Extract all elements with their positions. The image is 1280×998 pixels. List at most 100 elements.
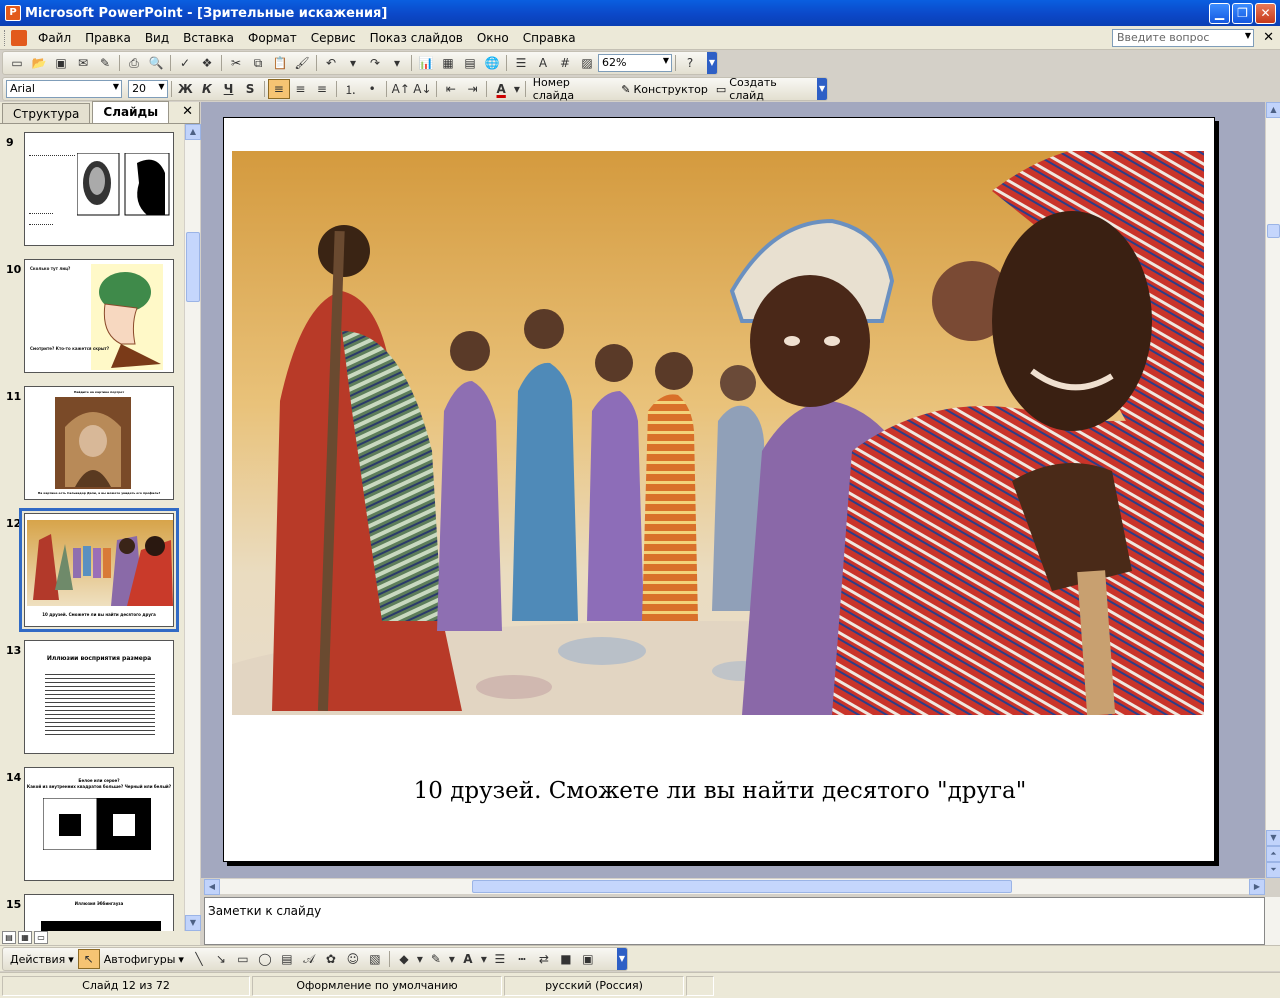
previous-slide-icon[interactable]: ⏶: [1266, 846, 1280, 862]
help-icon[interactable]: ?: [679, 53, 701, 73]
menu-insert[interactable]: Вставка: [176, 29, 241, 47]
scroll-up-icon[interactable]: ▲: [185, 124, 201, 140]
decrease-font-icon[interactable]: A↓: [412, 79, 434, 99]
arrow-style-icon[interactable]: ⇄: [533, 949, 555, 969]
insert-chart-icon[interactable]: 📊: [415, 53, 437, 73]
bold-button[interactable]: Ж: [174, 79, 196, 99]
align-left-icon[interactable]: ≡: [267, 79, 290, 99]
slide-caption[interactable]: 10 друзей. Сможете ли вы найти десятого …: [224, 778, 1216, 804]
shadow-button[interactable]: S: [239, 79, 261, 99]
minimize-icon[interactable]: ▁: [1209, 3, 1230, 24]
zoom-select[interactable]: 62% ▼: [598, 54, 672, 72]
menu-view[interactable]: Вид: [138, 29, 176, 47]
permission-icon[interactable]: ✉: [72, 53, 94, 73]
new-icon[interactable]: ▭: [6, 53, 28, 73]
show-grid-icon[interactable]: #: [554, 53, 576, 73]
decrease-indent-icon[interactable]: ⇤: [440, 79, 462, 99]
italic-button[interactable]: К: [196, 79, 218, 99]
design-button[interactable]: ✎ Конструктор: [617, 79, 712, 99]
menu-slideshow[interactable]: Показ слайдов: [363, 29, 470, 47]
restore-icon[interactable]: ❐: [1232, 3, 1253, 24]
open-icon[interactable]: 📂: [28, 53, 50, 73]
slide-picture-ten-friends[interactable]: [232, 151, 1204, 715]
redo-dropdown-icon[interactable]: ▾: [386, 53, 408, 73]
increase-indent-icon[interactable]: ⇥: [462, 79, 484, 99]
fill-color-icon[interactable]: ◆: [393, 949, 415, 969]
design-template[interactable]: Оформление по умолчанию: [252, 975, 502, 996]
save-icon[interactable]: ▣: [50, 53, 72, 73]
scroll-thumb[interactable]: [186, 232, 200, 302]
notes-pane[interactable]: Заметки к слайду: [204, 897, 1265, 945]
rectangle-icon[interactable]: ▭: [232, 949, 254, 969]
actions-menu-button[interactable]: Действия ▾: [6, 949, 78, 969]
show-formatting-icon[interactable]: A: [532, 53, 554, 73]
oval-icon[interactable]: ◯: [254, 949, 276, 969]
next-slide-icon[interactable]: ⏷: [1266, 862, 1280, 878]
scroll-up-icon[interactable]: ▲: [1266, 102, 1280, 118]
scroll-down-icon[interactable]: ▼: [1266, 830, 1280, 846]
undo-icon[interactable]: ↶: [320, 53, 342, 73]
scroll-left-icon[interactable]: ◀: [204, 879, 220, 895]
slide-vertical-scrollbar[interactable]: ▲ ▼ ⏶ ⏷: [1265, 102, 1280, 878]
print-icon[interactable]: ⎙: [123, 53, 145, 73]
close-pane-icon[interactable]: ✕: [182, 104, 193, 119]
slide-thumbnail[interactable]: [24, 132, 174, 246]
slide-thumbnail[interactable]: Иллюзии восприятия размера: [24, 640, 174, 754]
new-slide-button[interactable]: ▭ Создать слайд: [712, 76, 817, 102]
menu-tools[interactable]: Сервис: [304, 29, 363, 47]
insert-hyperlink-icon[interactable]: 🌐: [481, 53, 503, 73]
font-select[interactable]: Arial ▼: [6, 80, 123, 98]
insert-table-icon[interactable]: ▦: [437, 53, 459, 73]
menu-edit[interactable]: Правка: [78, 29, 138, 47]
powerpoint-app-icon[interactable]: P: [5, 5, 21, 21]
menu-grip[interactable]: [4, 29, 7, 46]
thumbnails-scrollbar[interactable]: ▲ ▼: [184, 124, 201, 931]
chevron-down-icon[interactable]: ▾: [415, 949, 425, 969]
email-icon[interactable]: ✎: [94, 53, 116, 73]
font-color-icon[interactable]: A: [490, 79, 512, 99]
underline-button[interactable]: Ч: [218, 79, 240, 99]
chevron-down-icon[interactable]: ▼: [1245, 31, 1251, 40]
color-grayscale-icon[interactable]: ▨: [576, 53, 598, 73]
toolbar-options-icon[interactable]: ▼: [707, 52, 717, 74]
slide-sorter-icon[interactable]: ▦: [18, 931, 32, 944]
slideshow-view-icon[interactable]: ▭: [34, 931, 48, 944]
chevron-down-icon[interactable]: ▼: [158, 82, 164, 91]
menu-file[interactable]: Файл: [31, 29, 78, 47]
tables-borders-icon[interactable]: ▤: [459, 53, 481, 73]
slide-thumbnail[interactable]: Белое или серое? Какой из внутренних ква…: [24, 767, 174, 881]
tab-slides[interactable]: Слайды: [92, 101, 170, 123]
scroll-down-icon[interactable]: ▼: [185, 915, 201, 931]
font-size-select[interactable]: 20 ▼: [128, 80, 168, 98]
align-center-icon[interactable]: ≡: [290, 79, 312, 99]
tab-outline[interactable]: Структура: [2, 103, 91, 123]
3d-style-icon[interactable]: ▣: [577, 949, 599, 969]
menu-format[interactable]: Формат: [241, 29, 304, 47]
slide-thumbnail[interactable]: Иллюзия Эббингауза: [24, 894, 174, 931]
chevron-down-icon[interactable]: ▾: [479, 949, 489, 969]
slide-thumbnail[interactable]: Найдите на картине портрет На картине ес…: [24, 386, 174, 500]
copy-icon[interactable]: ⧉: [247, 53, 269, 73]
autoshapes-menu-button[interactable]: Автофигуры ▾: [100, 949, 188, 969]
menu-help[interactable]: Справка: [516, 29, 583, 47]
bullets-icon[interactable]: •: [361, 79, 383, 99]
line-style-icon[interactable]: ☰: [489, 949, 511, 969]
redo-icon[interactable]: ↷: [364, 53, 386, 73]
research-icon[interactable]: ❖: [196, 53, 218, 73]
diagram-icon[interactable]: ✿: [320, 949, 342, 969]
print-preview-icon[interactable]: 🔍: [145, 53, 167, 73]
text-box-icon[interactable]: ▤: [276, 949, 298, 969]
close-window-icon[interactable]: ✕: [1255, 3, 1276, 24]
toolbar-options-icon[interactable]: ▼: [817, 78, 827, 100]
current-slide[interactable]: 10 друзей. Сможете ли вы найти десятого …: [223, 117, 1215, 862]
scroll-thumb[interactable]: [1267, 224, 1280, 238]
slide-thumbnail-selected[interactable]: 10 друзей. Сможете ли вы найти десятого …: [19, 508, 179, 632]
picture-icon[interactable]: ▧: [364, 949, 386, 969]
arrow-icon[interactable]: ↘: [210, 949, 232, 969]
line-color-icon[interactable]: ✎: [425, 949, 447, 969]
title-bar[interactable]: P Microsoft PowerPoint - [Зрительные иск…: [0, 0, 1280, 26]
menu-window[interactable]: Окно: [470, 29, 516, 47]
scroll-thumb[interactable]: [472, 880, 1012, 893]
format-painter-icon[interactable]: 🖌: [291, 53, 313, 73]
help-search-input[interactable]: Введите вопрос ▼: [1112, 29, 1254, 47]
